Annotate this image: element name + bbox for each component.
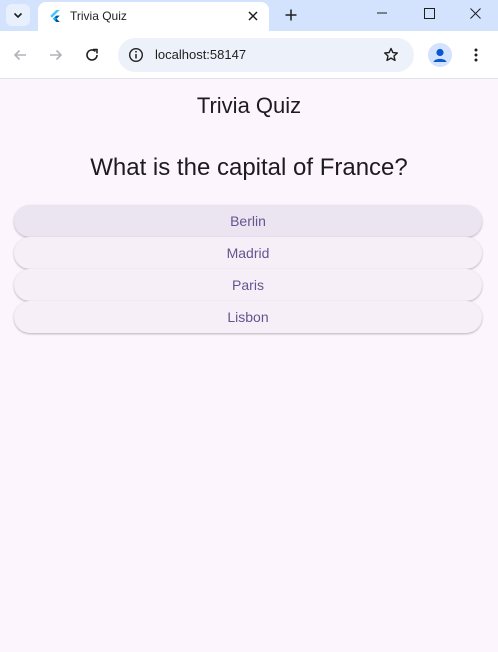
minimize-icon [377, 12, 387, 14]
close-icon [469, 7, 481, 19]
question-text: What is the capital of France? [90, 154, 408, 181]
minimize-button[interactable] [359, 0, 405, 26]
star-icon [384, 47, 398, 62]
bookmark-button[interactable] [380, 44, 402, 66]
app-bar-title: Trivia Quiz [196, 93, 302, 118]
answer-button-madrid[interactable]: Madrid [14, 237, 482, 269]
reload-icon [86, 48, 98, 61]
site-info-button[interactable] [124, 43, 148, 67]
reload-button[interactable] [80, 43, 104, 67]
new-tab-button[interactable] [280, 4, 302, 26]
chevron-down-icon [13, 12, 23, 19]
answer-button-berlin[interactable]: Berlin [14, 205, 482, 237]
close-window-button[interactable] [452, 0, 498, 26]
arrow-right-icon [50, 49, 63, 61]
quiz-page: Trivia Quiz What is the capital of Franc… [0, 79, 498, 652]
arrow-left-icon [13, 49, 26, 61]
back-button[interactable] [8, 43, 32, 67]
answer-button-lisbon[interactable]: Lisbon [14, 301, 482, 333]
browser-tab-active[interactable]: Trivia Quiz [38, 2, 269, 31]
close-icon [248, 11, 258, 21]
maximize-button[interactable] [406, 0, 452, 26]
flutter-logo-icon [50, 10, 60, 22]
close-tab-button[interactable] [245, 8, 261, 24]
address-bar[interactable]: localhost:58147 [118, 38, 414, 72]
plus-icon [285, 9, 297, 21]
maximize-icon [423, 7, 435, 19]
browser-menu-button[interactable] [464, 43, 488, 67]
profile-avatar-button[interactable] [428, 43, 452, 67]
forward-button[interactable] [44, 43, 68, 67]
tab-title: Trivia Quiz [70, 9, 127, 23]
info-icon [128, 47, 144, 63]
answer-list: Berlin Madrid Paris Lisbon [14, 205, 482, 333]
more-vertical-icon [474, 48, 478, 62]
person-icon [433, 48, 447, 62]
answer-button-paris[interactable]: Paris [14, 269, 482, 301]
url-text: localhost:58147 [155, 47, 247, 62]
browser-tabstrip: Trivia Quiz [0, 0, 498, 31]
browser-toolbar: localhost:58147 [0, 31, 498, 79]
tab-search-button[interactable] [6, 4, 30, 26]
